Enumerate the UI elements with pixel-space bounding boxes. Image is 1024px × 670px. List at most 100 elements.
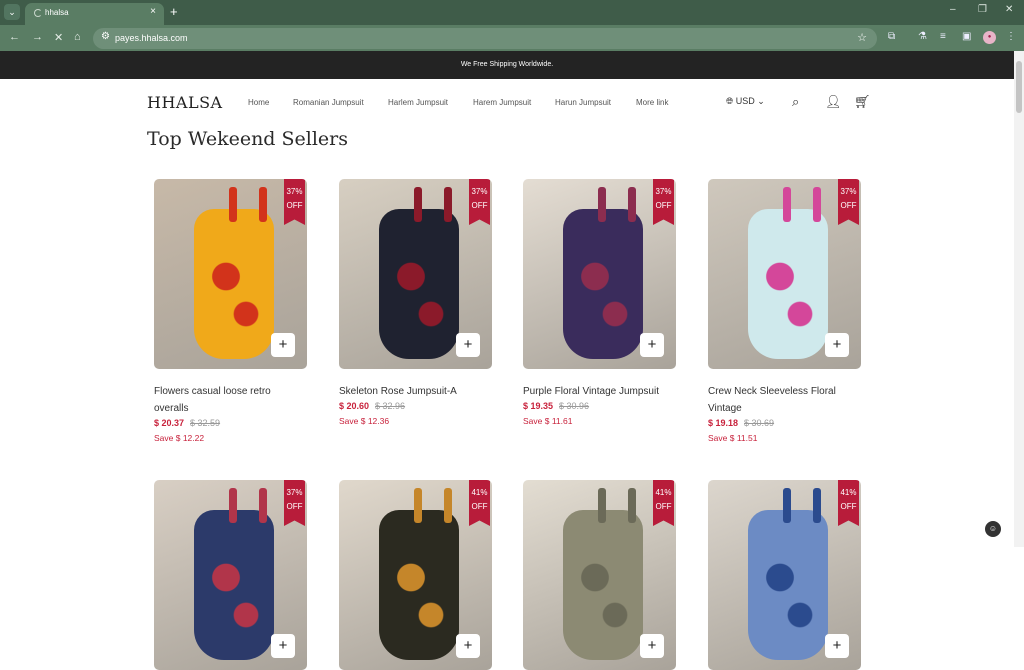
- discount-off: OFF: [286, 502, 303, 511]
- home-icon[interactable]: ⌂: [74, 31, 81, 43]
- product-name[interactable]: Crew Neck Sleeveless Floral Vintage: [708, 383, 861, 417]
- chevron-down-icon[interactable]: ⌄: [4, 4, 20, 20]
- discount-badge: 37% OFF: [284, 179, 305, 225]
- product-card[interactable]: 37% OFF + Skeleton Rose Jumpsuit-A $ 20.6…: [339, 179, 492, 426]
- product-card[interactable]: 41% OFF +: [708, 480, 861, 670]
- product-price: $ 20.37 $ 32.59: [154, 418, 307, 428]
- nav-harun-jumpsuit[interactable]: Harun Jumpsuit: [555, 98, 611, 107]
- currency-selector[interactable]: 🌐︎ USD ⌄: [726, 96, 765, 107]
- extensions-icon[interactable]: ⧉: [888, 31, 895, 42]
- garment-shape: [379, 510, 459, 660]
- account-icon[interactable]: 👤︎: [825, 94, 842, 110]
- strap-shape: [414, 488, 422, 523]
- scrollbar[interactable]: [1014, 51, 1024, 547]
- nav-harlem-jumpsuit[interactable]: Harlem Jumpsuit: [388, 98, 448, 107]
- discount-off: OFF: [840, 502, 857, 511]
- product-image[interactable]: 37% OFF +: [339, 179, 492, 369]
- discount-off: OFF: [840, 201, 857, 210]
- add-to-cart-button[interactable]: +: [271, 333, 295, 357]
- lab-flask-icon[interactable]: ⚗: [918, 31, 927, 42]
- nav-romanian-jumpsuit[interactable]: Romanian Jumpsuit: [293, 98, 364, 107]
- strap-shape: [229, 187, 237, 222]
- garment-shape: [748, 510, 828, 660]
- add-to-cart-button[interactable]: +: [456, 333, 480, 357]
- discount-badge: 37% OFF: [469, 179, 490, 225]
- nav-harem-jumpsuit[interactable]: Harem Jumpsuit: [473, 98, 531, 107]
- discount-percent: 37%: [471, 187, 488, 196]
- product-card[interactable]: 37% OFF + Purple Floral Vintage Jumpsuit …: [523, 179, 676, 426]
- product-image[interactable]: 41% OFF +: [523, 480, 676, 670]
- strap-shape: [813, 488, 821, 523]
- product-image[interactable]: 37% OFF +: [523, 179, 676, 369]
- garment-shape: [194, 510, 274, 660]
- product-card[interactable]: 41% OFF +: [523, 480, 676, 670]
- restore-button[interactable]: ❐: [978, 4, 987, 15]
- product-image[interactable]: 37% OFF +: [154, 179, 307, 369]
- add-to-cart-button[interactable]: +: [640, 634, 664, 658]
- strap-shape: [444, 488, 452, 523]
- cart-icon[interactable]: 🛒︎: [854, 94, 871, 110]
- add-to-cart-button[interactable]: +: [271, 634, 295, 658]
- add-to-cart-button[interactable]: +: [825, 634, 849, 658]
- discount-percent: 37%: [840, 187, 857, 196]
- forward-icon[interactable]: →: [32, 31, 43, 43]
- discount-percent: 37%: [655, 187, 672, 196]
- strap-shape: [783, 187, 791, 222]
- discount-badge: 37% OFF: [284, 480, 305, 526]
- minimize-button[interactable]: –: [950, 4, 956, 15]
- discount-badge: 37% OFF: [838, 179, 859, 225]
- new-tab-button[interactable]: +: [170, 4, 178, 19]
- site-info-icon[interactable]: ⚙: [101, 31, 110, 42]
- garment-shape: [748, 209, 828, 359]
- product-image[interactable]: 41% OFF +: [339, 480, 492, 670]
- profile-avatar-icon[interactable]: ●: [983, 31, 996, 44]
- address-bar[interactable]: ⚙ payes.hhalsa.com ☆: [93, 28, 877, 49]
- product-card[interactable]: 37% OFF +: [154, 480, 307, 670]
- browser-tab[interactable]: hhalsa ×: [25, 3, 164, 25]
- scrollbar-thumb[interactable]: [1016, 61, 1022, 113]
- product-card[interactable]: 37% OFF + Crew Neck Sleeveless Floral Vin…: [708, 179, 861, 443]
- currency-label: USD: [735, 96, 755, 106]
- browser-tab-bar: ⌄ hhalsa × + – ❐ ✕: [0, 0, 1024, 25]
- product-card[interactable]: 41% OFF +: [339, 480, 492, 670]
- add-to-cart-button[interactable]: +: [825, 333, 849, 357]
- more-menu-icon[interactable]: ⋮: [1006, 31, 1016, 42]
- section-title: Top Wekeend Sellers: [147, 128, 348, 150]
- discount-percent: 37%: [286, 187, 303, 196]
- bookmark-star-icon[interactable]: ☆: [857, 31, 867, 44]
- reading-list-icon[interactable]: ≡: [940, 31, 946, 42]
- product-name[interactable]: Flowers casual loose retro overalls: [154, 383, 307, 417]
- add-to-cart-button[interactable]: +: [640, 333, 664, 357]
- product-card[interactable]: 37% OFF + Flowers casual loose retro over…: [154, 179, 307, 443]
- strap-shape: [259, 488, 267, 523]
- garment-shape: [563, 510, 643, 660]
- strap-shape: [628, 187, 636, 222]
- chat-support-icon[interactable]: ☺: [985, 521, 1001, 537]
- discount-badge: 41% OFF: [653, 480, 674, 526]
- sale-price: $ 20.60: [339, 401, 370, 411]
- discount-badge: 41% OFF: [469, 480, 490, 526]
- discount-percent: 41%: [471, 488, 488, 497]
- nav-home[interactable]: Home: [248, 98, 269, 107]
- product-image[interactable]: 41% OFF +: [708, 480, 861, 670]
- add-to-cart-button[interactable]: +: [456, 634, 480, 658]
- product-name[interactable]: Purple Floral Vintage Jumpsuit: [523, 383, 676, 400]
- product-image[interactable]: 37% OFF +: [154, 480, 307, 670]
- strap-shape: [414, 187, 422, 222]
- loading-icon: [34, 9, 42, 17]
- site-logo[interactable]: HHALSA: [147, 93, 223, 112]
- strap-shape: [259, 187, 267, 222]
- product-image[interactable]: 37% OFF +: [708, 179, 861, 369]
- product-name[interactable]: Skeleton Rose Jumpsuit-A: [339, 383, 492, 400]
- tab-close-button[interactable]: ×: [150, 6, 156, 17]
- back-icon[interactable]: ←: [9, 31, 20, 43]
- discount-badge: 41% OFF: [838, 480, 859, 526]
- discount-off: OFF: [471, 502, 488, 511]
- discount-off: OFF: [655, 201, 672, 210]
- stop-icon[interactable]: ✕: [54, 31, 63, 44]
- nav-more-link[interactable]: More link: [636, 98, 668, 107]
- search-icon[interactable]: ⌕: [792, 94, 799, 110]
- close-window-button[interactable]: ✕: [1005, 4, 1013, 15]
- sidebar-icon[interactable]: ▣: [962, 31, 971, 42]
- savings-text: Save $ 12.22: [154, 433, 205, 443]
